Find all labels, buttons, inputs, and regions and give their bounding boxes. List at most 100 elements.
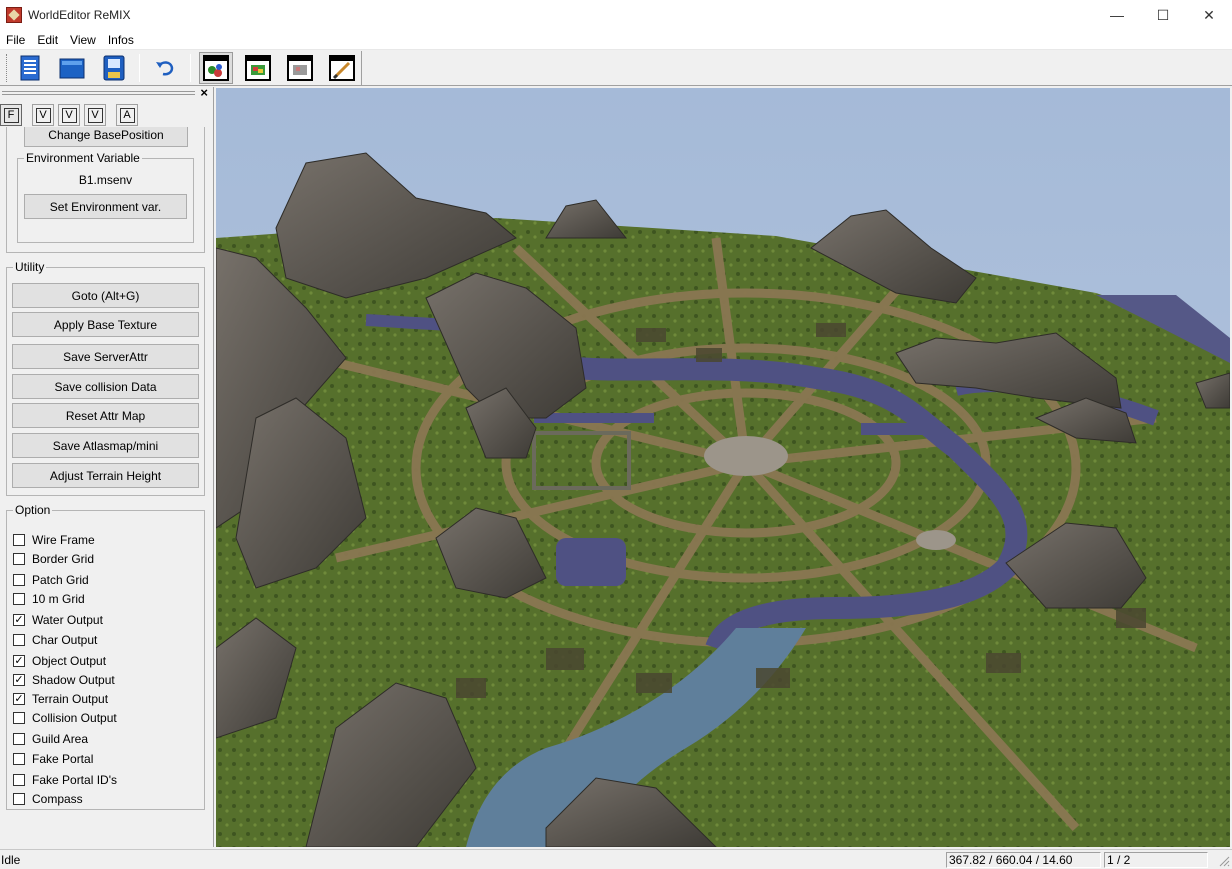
- tab-label: F: [3, 107, 19, 123]
- status-coordinates: 367.82 / 660.04 / 14.60: [946, 852, 1101, 868]
- resize-grip-icon[interactable]: [1218, 855, 1230, 867]
- new-document-button[interactable]: [13, 52, 47, 84]
- status-bar: Idle 367.82 / 660.04 / 14.60 1 / 2: [0, 849, 1232, 869]
- goto-button[interactable]: Goto (Alt+G): [12, 283, 199, 308]
- brush-edit-button[interactable]: [325, 52, 359, 84]
- adjust-terrain-height-button[interactable]: Adjust Terrain Height: [12, 463, 199, 488]
- option-row-10-m-grid[interactable]: 10 m Grid: [13, 591, 85, 607]
- option-row-compass[interactable]: Compass: [13, 791, 83, 807]
- panel-close-button[interactable]: ×: [200, 85, 208, 100]
- menu-infos[interactable]: Infos: [102, 33, 140, 47]
- attribute-view-button[interactable]: [283, 52, 317, 84]
- menu-edit[interactable]: Edit: [31, 33, 64, 47]
- reset-attr-map-button[interactable]: Reset Attr Map: [12, 403, 199, 428]
- checkbox[interactable]: ✓: [13, 693, 25, 705]
- save-server-attr-button[interactable]: Save ServerAttr: [12, 344, 199, 369]
- option-row-shadow-output[interactable]: ✓ Shadow Output: [13, 672, 115, 688]
- checkbox[interactable]: [13, 593, 25, 605]
- environment-variable-group: Environment Variable B1.msenv Set Enviro…: [17, 151, 194, 243]
- option-row-guild-area[interactable]: Guild Area: [13, 731, 88, 747]
- checkbox[interactable]: ✓: [13, 614, 25, 626]
- option-label-text: Water Output: [32, 613, 103, 627]
- tab-f[interactable]: F: [0, 104, 22, 126]
- open-folder-icon: [59, 58, 85, 79]
- option-row-fake-portal-id-s[interactable]: Fake Portal ID's: [13, 772, 117, 788]
- maximize-button[interactable]: ☐: [1140, 0, 1186, 30]
- option-label-text: Border Grid: [32, 552, 95, 566]
- tab-a[interactable]: A: [116, 104, 138, 126]
- status-text: Idle: [1, 853, 21, 867]
- checkbox[interactable]: [13, 574, 25, 586]
- menu-file[interactable]: File: [0, 33, 31, 47]
- object-view-icon: [203, 55, 229, 81]
- tab-label: A: [119, 107, 135, 123]
- option-row-object-output[interactable]: ✓ Object Output: [13, 653, 106, 669]
- option-label-text: Collision Output: [32, 711, 117, 725]
- save-disk-icon: [103, 55, 125, 81]
- save-button[interactable]: [97, 52, 131, 84]
- checkbox[interactable]: [13, 634, 25, 646]
- new-document-icon: [20, 55, 40, 81]
- tab-v2[interactable]: V: [58, 104, 80, 126]
- checkbox[interactable]: [13, 553, 25, 565]
- option-label-text: Fake Portal: [32, 752, 94, 766]
- checkbox[interactable]: ✓: [13, 655, 25, 667]
- menu-bar: File Edit View Infos: [0, 30, 1232, 50]
- checkbox[interactable]: [13, 733, 25, 745]
- option-row-fake-portal[interactable]: Fake Portal: [13, 751, 93, 767]
- option-row-border-grid[interactable]: Border Grid: [13, 551, 94, 567]
- texture-view-button[interactable]: [241, 52, 275, 84]
- checkbox[interactable]: [13, 712, 25, 724]
- tab-label: V: [35, 107, 51, 123]
- set-environment-button[interactable]: Set Environment var.: [24, 194, 187, 219]
- option-row-patch-grid[interactable]: Patch Grid: [13, 572, 89, 588]
- attribute-view-icon: [287, 55, 313, 81]
- option-row-terrain-output[interactable]: ✓ Terrain Output: [13, 691, 108, 707]
- window-title: WorldEditor ReMIX: [28, 8, 131, 22]
- menu-view[interactable]: View: [64, 33, 102, 47]
- panel-header: ×: [0, 85, 212, 101]
- toolbar-divider: [361, 51, 362, 86]
- toolbar-grip[interactable]: [6, 54, 9, 82]
- checkbox[interactable]: [13, 753, 25, 765]
- tool-panel: × F V V V A Change BasePosition Environm…: [0, 85, 214, 847]
- title-bar: WorldEditor ReMIX — ☐ ✕: [0, 0, 1232, 30]
- tab-v1[interactable]: V: [32, 104, 54, 126]
- minimize-button[interactable]: —: [1094, 0, 1140, 30]
- checkbox[interactable]: [13, 793, 25, 805]
- toolbar-separator: [190, 54, 191, 82]
- checkbox[interactable]: [13, 774, 25, 786]
- save-atlasmap-button[interactable]: Save Atlasmap/mini: [12, 433, 199, 458]
- option-label-text: Patch Grid: [32, 573, 89, 587]
- terrain-render: [216, 88, 1230, 847]
- environment-file-name: B1.msenv: [78, 173, 133, 187]
- option-row-water-output[interactable]: ✓ Water Output: [13, 612, 103, 628]
- option-row-collision-output[interactable]: Collision Output: [13, 710, 117, 726]
- apply-base-texture-button[interactable]: Apply Base Texture: [12, 312, 199, 337]
- option-row-char-output[interactable]: Char Output: [13, 632, 97, 648]
- option-label-text: 10 m Grid: [32, 592, 85, 606]
- close-button[interactable]: ✕: [1186, 0, 1232, 30]
- base-position-group: Change BasePosition Environment Variable…: [6, 127, 205, 253]
- utility-group: Utility Goto (Alt+G) Apply Base Texture …: [6, 260, 205, 496]
- option-label-text: Wire Frame: [32, 533, 95, 547]
- tab-v3[interactable]: V: [84, 104, 106, 126]
- panel-grip[interactable]: [2, 91, 195, 95]
- texture-view-icon: [245, 55, 271, 81]
- object-view-button[interactable]: [199, 52, 233, 84]
- change-base-position-button[interactable]: Change BasePosition: [24, 127, 188, 147]
- option-label-text: Terrain Output: [32, 692, 109, 706]
- open-folder-button[interactable]: [55, 52, 89, 84]
- terrain-viewport[interactable]: [216, 88, 1230, 847]
- toolbar-separator: [139, 54, 140, 82]
- status-page: 1 / 2: [1104, 852, 1208, 868]
- option-label-text: Shadow Output: [32, 673, 115, 687]
- checkbox[interactable]: ✓: [13, 674, 25, 686]
- brush-edit-icon: [329, 55, 355, 81]
- option-row-wire-frame[interactable]: Wire Frame: [13, 532, 95, 548]
- undo-button[interactable]: [148, 52, 182, 84]
- save-collision-data-button[interactable]: Save collision Data: [12, 374, 199, 399]
- undo-icon: [156, 61, 174, 76]
- utility-label: Utility: [13, 260, 47, 274]
- checkbox[interactable]: [13, 534, 25, 546]
